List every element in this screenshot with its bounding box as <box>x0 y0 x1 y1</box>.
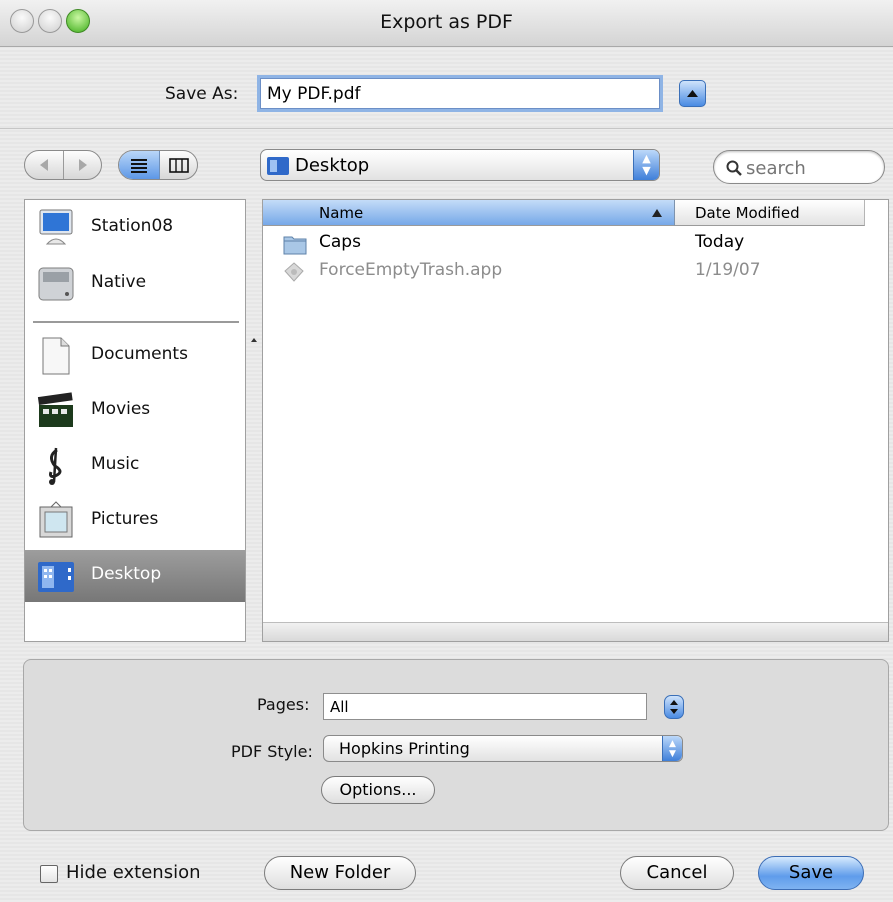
desktop-folder-icon <box>267 157 289 175</box>
stepper-arrows-icon <box>670 700 678 714</box>
hide-extension-checkbox[interactable] <box>40 865 58 883</box>
options-button[interactable]: Options... <box>321 776 435 804</box>
horizontal-scrollbar[interactable] <box>263 622 888 641</box>
list-view-icon <box>131 159 147 173</box>
search-input[interactable] <box>744 155 878 181</box>
file-date: 1/19/07 <box>695 260 761 280</box>
sidebar-item-documents[interactable]: Documents <box>25 330 245 382</box>
file-list: Name Date Modified Caps Today ForceEmpty… <box>262 199 889 642</box>
file-row-forceemptytrash: ForceEmptyTrash.app 1/19/07 <box>263 258 888 286</box>
sidebar-item-station08[interactable]: Station08 <box>25 202 245 254</box>
sidebar-item-label: Desktop <box>91 564 162 584</box>
column-view-button[interactable] <box>160 151 197 179</box>
file-row-caps[interactable]: Caps Today <box>263 230 888 258</box>
document-icon <box>42 337 70 375</box>
file-date: Today <box>695 232 745 252</box>
sidebar-item-label: Pictures <box>91 509 159 529</box>
sidebar-item-label: Station08 <box>91 216 174 236</box>
export-dialog: Export as PDF Save As: Desktop ▲▼ <box>0 0 893 902</box>
back-button[interactable] <box>25 151 64 179</box>
splitter-handle[interactable] <box>250 330 258 342</box>
search-field[interactable] <box>713 150 885 184</box>
column-name-label: Name <box>319 204 364 222</box>
file-name: ForceEmptyTrash.app <box>319 260 503 280</box>
clapperboard-icon <box>37 392 73 427</box>
column-view-icon <box>169 158 189 173</box>
collapse-browser-button[interactable] <box>679 80 706 107</box>
pdf-style-label: PDF Style: <box>231 742 313 761</box>
column-header-name[interactable]: Name <box>263 200 675 226</box>
sidebar-item-label: Music <box>91 454 140 474</box>
sidebar-item-pictures[interactable]: Pictures <box>25 495 245 547</box>
window-title: Export as PDF <box>380 11 513 33</box>
save-as-label: Save As: <box>165 84 239 104</box>
cancel-button[interactable]: Cancel <box>620 856 734 890</box>
popup-arrows-icon: ▲ ▼ <box>633 150 659 180</box>
pages-input[interactable] <box>323 693 647 720</box>
location-popup[interactable]: Desktop ▲ ▼ <box>260 149 660 181</box>
sidebar-item-movies[interactable]: Movies <box>25 385 245 437</box>
column-date-label: Date Modified <box>695 204 800 222</box>
sidebar-item-desktop[interactable]: Desktop <box>25 550 245 602</box>
search-icon <box>726 160 742 176</box>
location-label: Desktop <box>295 155 370 176</box>
pages-label: Pages: <box>257 695 310 714</box>
pdf-style-value: Hopkins Printing <box>339 739 470 758</box>
save-button[interactable]: Save <box>758 856 864 890</box>
view-mode-buttons <box>118 150 198 180</box>
sidebar-item-label: Movies <box>91 399 151 419</box>
list-view-button[interactable] <box>119 151 160 179</box>
pages-stepper[interactable] <box>664 695 684 719</box>
pdf-style-popup[interactable]: Hopkins Printing ▲ ▼ <box>323 735 683 762</box>
forward-arrow-icon <box>79 159 87 171</box>
splitter-arrow-icon <box>251 338 257 342</box>
hard-drive-icon <box>38 267 74 301</box>
filename-input[interactable] <box>260 78 660 109</box>
picture-frame-icon <box>39 501 73 538</box>
application-icon <box>284 262 304 282</box>
sidebar-item-music[interactable]: Music <box>25 440 245 492</box>
back-forward-buttons <box>24 150 102 180</box>
triangle-up-icon <box>687 90 698 97</box>
column-header-date[interactable]: Date Modified <box>675 200 865 226</box>
music-note-icon <box>49 447 62 485</box>
sidebar: Station08 Native Documents Movies Music … <box>24 199 246 642</box>
sidebar-divider <box>33 321 239 323</box>
sidebar-item-native[interactable]: Native <box>25 258 245 310</box>
file-name: Caps <box>319 232 361 252</box>
desktop-folder-icon <box>38 562 74 592</box>
sidebar-item-label: Documents <box>91 344 188 364</box>
popup-arrows-icon: ▲ ▼ <box>662 736 682 761</box>
sidebar-item-label: Native <box>91 272 147 292</box>
hide-extension-label: Hide extension <box>66 862 201 883</box>
divider <box>0 128 893 129</box>
title-bar: Export as PDF <box>0 0 893 47</box>
new-folder-button[interactable]: New Folder <box>264 856 416 890</box>
back-arrow-icon <box>40 159 48 171</box>
forward-button[interactable] <box>64 151 101 179</box>
computer-icon <box>39 209 73 245</box>
sort-ascending-icon <box>652 209 662 217</box>
folder-icon <box>283 236 307 255</box>
